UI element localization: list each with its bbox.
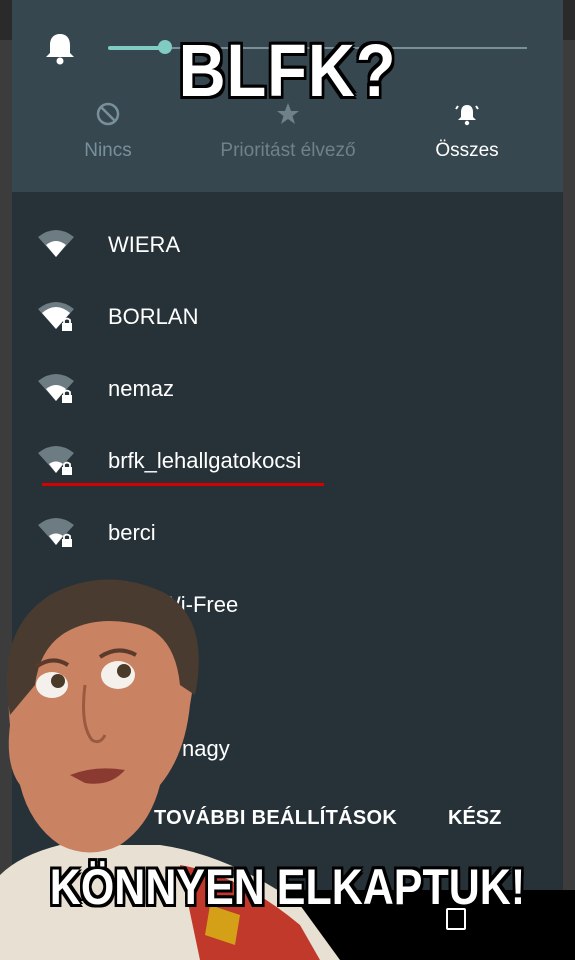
wifi-network-name: BORLAN — [108, 304, 199, 329]
meme-bottom-caption: KÖNNYEN ELKAPTUK! — [49, 859, 526, 915]
wifi-network-row[interactable]: brfk_lehallgatokocsi — [12, 427, 563, 499]
wifi-network-name: nemaz — [108, 376, 175, 401]
wifi-network-row[interactable]: nemaz — [12, 355, 563, 427]
wifi-locked-icon — [38, 446, 74, 475]
wifi-network-row[interactable]: berci — [12, 499, 563, 571]
wifi-network-name: berci — [108, 520, 156, 545]
wifi-locked-icon — [38, 374, 74, 403]
wifi-locked-icon — [38, 302, 74, 331]
mode-all-label: Összes — [435, 140, 499, 161]
wifi-network-name: WIERA — [108, 232, 181, 257]
mode-none-label: Nincs — [84, 140, 132, 161]
wifi-signal-icon — [38, 230, 74, 257]
wifi-network-row[interactable]: BORLAN — [12, 283, 563, 355]
wifi-network-name: brfk_lehallgatokocsi — [108, 448, 302, 473]
wifi-network-row[interactable]: WIERA — [12, 211, 563, 283]
highlight-underline — [42, 483, 324, 486]
meme-top-caption: BLFK? — [178, 29, 397, 112]
wifi-locked-icon — [38, 518, 74, 547]
mode-priority-label: Prioritást élvező — [220, 140, 356, 161]
background-right — [563, 40, 575, 890]
done-button[interactable]: KÉSZ — [448, 807, 501, 830]
